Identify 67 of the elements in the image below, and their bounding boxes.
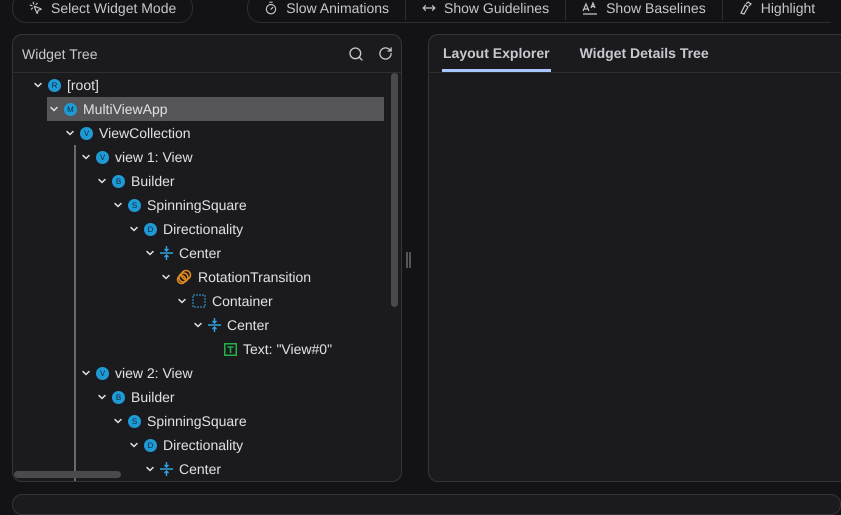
- node-label: Directionality: [163, 221, 244, 237]
- node-label: [root]: [67, 77, 99, 93]
- tree-row[interactable]: V view 1: View: [79, 145, 384, 169]
- tree-row[interactable]: V ViewCollection: [63, 121, 384, 145]
- tree-row[interactable]: S SpinningSquare: [111, 193, 384, 217]
- node-label: RotationTransition: [198, 269, 312, 285]
- widget-badge-icon: M: [64, 102, 77, 116]
- vertical-scrollbar[interactable]: [391, 73, 398, 307]
- horizontal-scrollbar[interactable]: [14, 471, 121, 478]
- widget-badge-icon: D: [144, 222, 157, 236]
- node-label: Builder: [131, 173, 175, 189]
- tree-row[interactable]: R [root]: [31, 73, 384, 97]
- highlight-icon: [738, 1, 753, 15]
- node-label: Container: [212, 293, 273, 309]
- widget-badge-icon: S: [128, 414, 141, 428]
- tree-row[interactable]: D Directionality: [127, 217, 384, 241]
- widget-badge-icon: V: [80, 126, 93, 140]
- tree-row[interactable]: S SpinningSquare: [111, 409, 384, 433]
- node-label: Text: "View#0": [243, 341, 332, 357]
- center-icon: [160, 246, 173, 260]
- toolbar-toggle-button[interactable]: Slow Animations: [248, 0, 406, 20]
- rings-icon: [176, 269, 192, 285]
- node-label: SpinningSquare: [147, 413, 247, 429]
- tree-row[interactable]: Center: [143, 457, 384, 481]
- tree-row[interactable]: B Builder: [95, 385, 384, 409]
- tree-row[interactable]: Center: [143, 241, 384, 265]
- node-label: Center: [179, 461, 222, 477]
- tree-row[interactable]: V view 2: View: [79, 361, 384, 385]
- widget-badge-icon: D: [144, 438, 157, 452]
- panel-tab[interactable]: Layout Explorer: [442, 35, 551, 72]
- tree-row[interactable]: Container: [175, 289, 384, 313]
- tree-row[interactable]: Center: [191, 313, 384, 337]
- timer-icon: [264, 1, 278, 15]
- widget-badge-icon: V: [96, 366, 109, 380]
- splitter-handle[interactable]: [406, 252, 411, 268]
- node-label: Builder: [131, 389, 175, 405]
- toolbar-toggle-button[interactable]: Highlight: [722, 0, 832, 20]
- pointer-click-icon: [29, 1, 43, 15]
- center-icon: [160, 462, 173, 476]
- node-label: MultiViewApp: [83, 101, 168, 117]
- node-label: Center: [227, 317, 270, 333]
- tree-row[interactable]: Text: "View#0": [207, 337, 384, 361]
- container-icon: [192, 294, 206, 308]
- toolbar-toggle-button[interactable]: Show Baselines: [565, 0, 722, 20]
- node-label: view 1: View: [115, 149, 193, 165]
- widget-badge-icon: B: [112, 390, 125, 404]
- node-label: view 2: View: [115, 365, 193, 381]
- center-icon: [208, 318, 221, 332]
- widget-badge-icon: V: [96, 150, 109, 164]
- search-button[interactable]: [348, 46, 364, 62]
- widget-badge-icon: R: [48, 78, 61, 92]
- node-label: Center: [179, 245, 222, 261]
- widget-badge-icon: B: [112, 174, 125, 188]
- toolbar-toggle-button[interactable]: Show Guidelines: [405, 0, 566, 20]
- panel-tab[interactable]: Widget Details Tree: [578, 35, 710, 72]
- tree-row[interactable]: M MultiViewApp: [47, 97, 384, 121]
- node-label: ViewCollection: [99, 125, 191, 141]
- refresh-button[interactable]: [378, 46, 393, 61]
- tree-row[interactable]: RotationTransition: [159, 265, 384, 289]
- tree-row[interactable]: D Directionality: [127, 433, 384, 457]
- baselines-icon: [582, 1, 598, 15]
- node-label: Directionality: [163, 437, 244, 453]
- text-icon: [224, 342, 237, 356]
- node-label: SpinningSquare: [147, 197, 247, 213]
- widget-badge-icon: S: [128, 198, 141, 212]
- tree-row[interactable]: B Builder: [95, 169, 384, 193]
- panel-title: Widget Tree: [22, 46, 98, 62]
